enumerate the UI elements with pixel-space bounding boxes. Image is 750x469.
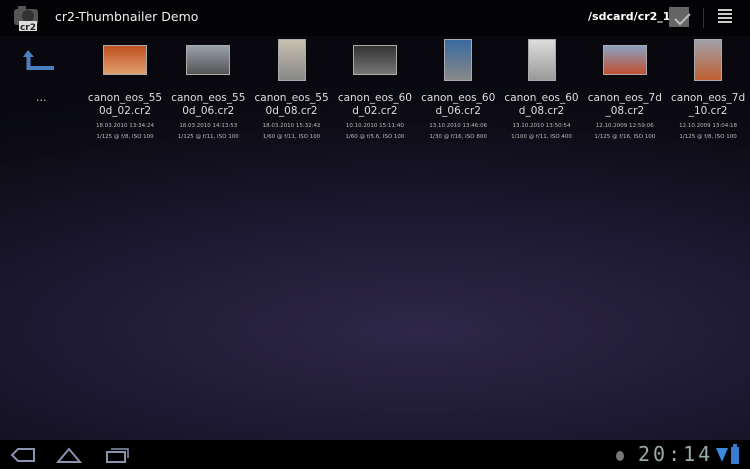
file-date: 10.10.2010 15:11:40 — [345, 123, 404, 129]
file-item[interactable]: canon_eos_60d_08.cr2 13.10.2010 13:50:54… — [500, 38, 584, 143]
file-name: canon_eos_7d_10.cr2 — [671, 92, 746, 117]
file-item[interactable]: canon_eos_60d_02.cr2 10.10.2010 15:11:40… — [333, 38, 417, 143]
file-name: canon_eos_60d_02.cr2 — [337, 92, 412, 117]
file-name: canon_eos_550d_06.cr2 — [171, 92, 246, 117]
file-name: canon_eos_60d_08.cr2 — [504, 92, 579, 117]
file-date: 12.10.2009 12:59:06 — [595, 123, 654, 129]
file-exposure: 1/60 @ f/11, ISO 100 — [262, 134, 321, 140]
file-thumbnail — [83, 38, 167, 82]
file-thumbnail — [166, 38, 250, 82]
file-name: canon_eos_7d_08.cr2 — [587, 92, 662, 117]
battery-icon — [731, 444, 739, 464]
file-date: 12.10.2009 13:04:18 — [679, 123, 738, 129]
parent-folder-label[interactable]: ... — [36, 91, 47, 104]
svg-text:cr2: cr2 — [20, 23, 36, 33]
file-exposure: 1/125 @ f/11, ISO 100 — [177, 134, 239, 140]
file-name: canon_eos_550d_02.cr2 — [87, 92, 163, 117]
file-thumbnail — [583, 38, 667, 82]
app-logo-camera-icon: cr2 — [14, 6, 38, 33]
file-item[interactable]: canon_eos_550d_02.cr2 18.03.2010 13:34:2… — [83, 38, 167, 143]
status-clock: 20:14 — [638, 442, 714, 466]
action-bar: cr2 cr2-Thumbnailer Demo /sdcard/cr2_1 — [0, 0, 750, 36]
file-item[interactable]: canon_eos_7d_08.cr2 12.10.2009 12:59:06 1… — [583, 38, 667, 143]
recent-apps-icon[interactable] — [104, 446, 130, 464]
file-thumbnail — [333, 38, 417, 82]
current-path: /sdcard/cr2_1 — [588, 10, 671, 23]
debug-icon — [616, 451, 624, 461]
file-exposure: 1/125 @ f/16, ISO 100 — [594, 134, 656, 140]
file-date: 13.10.2010 13:46:06 — [429, 123, 488, 129]
back-icon[interactable] — [10, 446, 36, 464]
file-name: canon_eos_550d_08.cr2 — [254, 92, 329, 117]
file-exposure: 1/125 @ f/8, ISO 100 — [679, 134, 737, 140]
file-thumbnail — [250, 38, 334, 82]
file-date: 18.03.2010 15:32:42 — [262, 123, 321, 129]
file-date: 18.03.2010 13:34:24 — [96, 123, 154, 129]
overflow-menu-icon[interactable] — [718, 9, 732, 25]
parent-folder-arrow-icon[interactable] — [22, 48, 56, 72]
file-exposure: 1/60 @ f/5.6, ISO 100 — [345, 134, 405, 140]
file-exposure: 1/30 @ f/16, ISO 800 — [429, 134, 487, 140]
file-name: canon_eos_60d_06.cr2 — [421, 92, 496, 117]
file-item[interactable]: canon_eos_550d_06.cr2 18.03.2010 14:13:5… — [166, 38, 250, 143]
file-date: 13.10.2010 13:50:54 — [512, 123, 571, 129]
divider — [703, 8, 704, 28]
file-date: 18.03.2010 14:13:53 — [179, 123, 238, 129]
home-icon[interactable] — [56, 446, 82, 464]
file-thumbnail — [416, 38, 500, 82]
file-exposure: 1/100 @ f/11, ISO 400 — [511, 134, 572, 140]
select-all-check-icon[interactable] — [669, 7, 691, 27]
file-thumbnail — [666, 38, 750, 82]
file-item[interactable]: canon_eos_7d_10.cr2 12.10.2009 13:04:18 1… — [666, 38, 750, 143]
file-thumbnail — [500, 38, 584, 82]
wifi-signal-icon — [716, 448, 728, 462]
file-exposure: 1/125 @ f/8, ISO 100 — [96, 134, 154, 140]
file-item[interactable]: canon_eos_550d_08.cr2 18.03.2010 15:32:4… — [250, 38, 334, 143]
file-item[interactable]: canon_eos_60d_06.cr2 13.10.2010 13:46:06… — [416, 38, 500, 143]
app-title: cr2-Thumbnailer Demo — [55, 9, 199, 24]
